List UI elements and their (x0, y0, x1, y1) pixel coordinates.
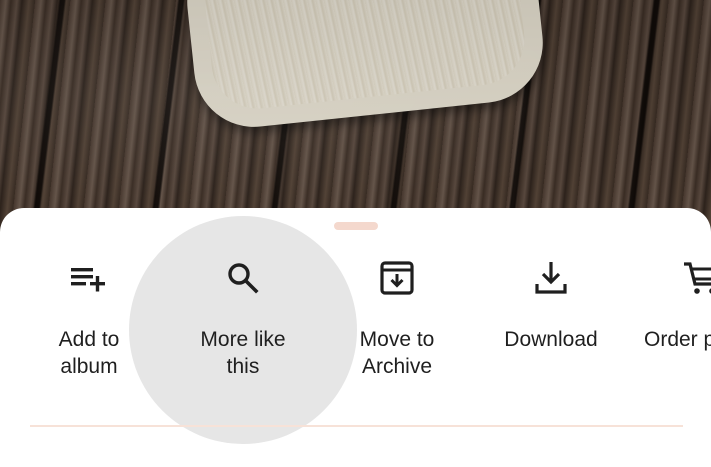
photo-preview[interactable] (0, 0, 711, 240)
archive-icon (380, 261, 414, 295)
move-to-archive-button[interactable]: Move to Archive (322, 258, 472, 380)
playlist-add-icon (71, 268, 105, 292)
plate-in-photo (181, 0, 549, 133)
search-icon (228, 263, 259, 294)
screen: Add to album More like this Move to Arch… (0, 0, 711, 467)
order-photos-button[interactable]: Order p (630, 258, 711, 353)
divider (30, 425, 683, 427)
more-like-this-button[interactable]: More like this (168, 258, 318, 380)
move-to-archive-label: Move to Archive (359, 328, 435, 378)
add-to-album-label: Add to album (58, 328, 120, 378)
cart-icon (684, 262, 711, 294)
more-like-this-label: More like this (200, 328, 286, 378)
bottom-sheet: Add to album More like this Move to Arch… (0, 208, 711, 467)
order-photos-label: Order p (644, 328, 711, 351)
drag-handle[interactable] (334, 222, 378, 230)
download-button[interactable]: Download (476, 258, 626, 353)
download-icon (535, 262, 567, 294)
add-to-album-button[interactable]: Add to album (14, 258, 164, 380)
download-label: Download (504, 328, 598, 351)
